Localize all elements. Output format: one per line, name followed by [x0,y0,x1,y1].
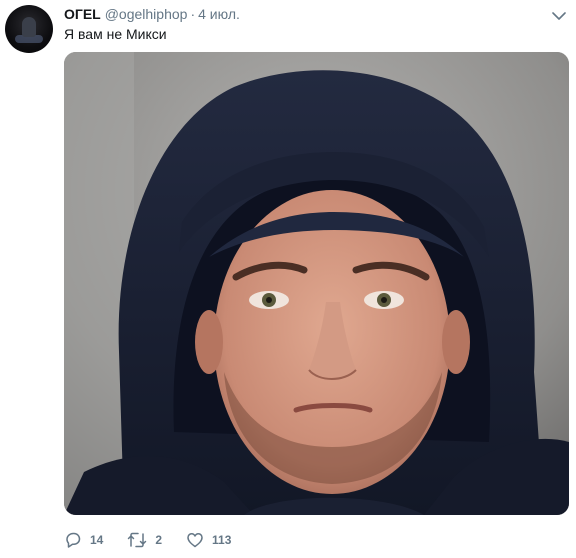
tweet-photo[interactable] [64,52,569,515]
photo-illustration [64,52,569,515]
author-handle[interactable]: @ogelhiphop [105,6,188,22]
tweet-date[interactable]: 4 июл. [198,6,240,22]
tweet-header: ОГЕL @ogelhiphop · 4 июл. [64,5,240,23]
retweet-count: 2 [155,533,163,547]
reply-count: 14 [90,533,104,547]
like-button[interactable]: 113 [186,531,231,549]
retweet-button[interactable]: 2 [127,531,162,549]
avatar-figure [22,17,36,37]
reply-icon [64,531,82,549]
tweet-text: Я вам не Микси [64,26,167,42]
heart-icon [186,531,204,549]
retweet-icon [127,531,147,549]
tweet-actions: 14 2 113 [64,529,255,551]
chevron-down-icon[interactable] [552,8,566,20]
avatar[interactable] [5,5,53,53]
reply-button[interactable]: 14 [64,531,103,549]
separator-dot: · [190,6,196,22]
like-count: 113 [212,533,232,547]
author-name[interactable]: ОГЕL [64,6,101,22]
tweet[interactable]: ОГЕL@ogelhiphop·4 июл. Я вам не Микси [0,0,576,558]
